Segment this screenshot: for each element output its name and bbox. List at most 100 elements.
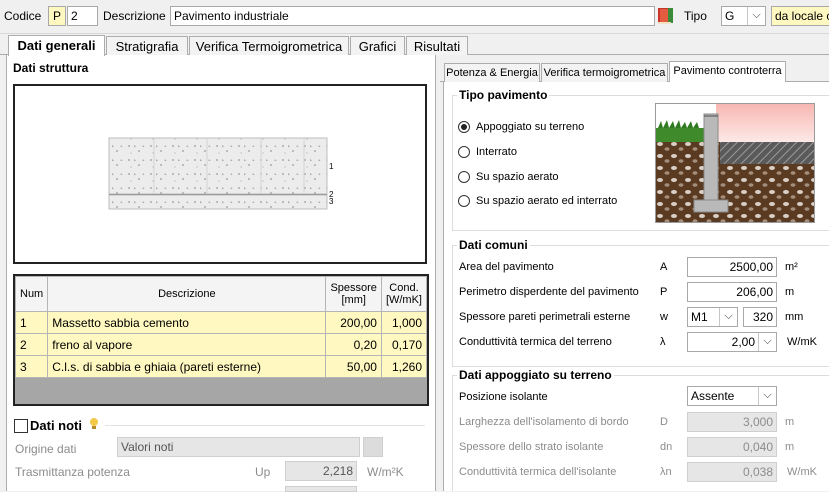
cond-isolante-label: Conduttività termica dell'isolante — [459, 466, 617, 478]
row-spessore[interactable]: 200,00 — [325, 311, 382, 334]
tab-verifica-termoigrometrica[interactable]: Verifica Termoigrometrica — [189, 36, 349, 56]
radio-interrato-label[interactable]: Interrato — [476, 146, 517, 158]
tipo-select[interactable]: G ⌵ — [721, 6, 766, 26]
header-bar: Codice P 2 Descrizione Pavimento industr… — [0, 0, 829, 34]
col-num[interactable]: Num — [14, 276, 49, 312]
spessore-isolante-label: Spessore dello strato isolante — [459, 441, 604, 453]
spessore-label: Spessore pareti perimetrali esterne — [459, 311, 631, 323]
tab-verifica-termo[interactable]: Verifica termoigrometrica — [541, 63, 668, 82]
layer-label-1: 1 — [329, 162, 334, 171]
table-header-row: Num Descrizione Spessore [mm] Cond. [W/m… — [14, 276, 428, 312]
radio-spazio-aerato-label[interactable]: Su spazio aerato — [476, 171, 559, 183]
tab-dati-generali[interactable]: Dati generali — [8, 35, 105, 56]
tab-pavimento-controterra[interactable]: Pavimento controterra — [669, 61, 786, 82]
area-field[interactable]: 2500,00 — [687, 257, 777, 277]
row-cond[interactable]: 1,000 — [380, 311, 428, 334]
larghezza-label: Larghezza dell'isolamento di bordo — [459, 416, 629, 428]
dati-comuni-title: Dati comuni — [457, 238, 530, 252]
row-desc[interactable]: freno al vapore — [47, 333, 327, 356]
codice-prefix-field[interactable]: P — [48, 6, 66, 26]
layer-label-3: 3 — [329, 197, 334, 206]
table-row[interactable]: 3 C.l.s. di sabbia e ghiaia (pareti este… — [14, 355, 428, 378]
descrizione-label: Descrizione — [103, 9, 166, 23]
spessore-combo[interactable]: M1 ⌵ — [687, 307, 738, 327]
origine-dati-field: Valori noti — [117, 437, 360, 457]
row-cond[interactable]: 0,170 — [380, 333, 428, 356]
main-tab-strip: Dati generali Stratigrafia Verifica Term… — [0, 33, 829, 56]
table-row[interactable]: 2 freno al vapore 0,20 0,170 — [14, 333, 428, 356]
right-tab-content: Tipo pavimento Appoggiato su terreno Int… — [443, 82, 829, 491]
radio-spazio-aerato[interactable] — [458, 171, 470, 183]
row-desc[interactable]: C.l.s. di sabbia e ghiaia (pareti estern… — [47, 355, 327, 378]
tab-stratigrafia[interactable]: Stratigrafia — [106, 36, 188, 56]
tab-risultati[interactable]: Risultati — [406, 36, 468, 56]
posizione-select-value: Assente — [691, 389, 735, 403]
larghezza-field: 3,000 — [687, 412, 777, 432]
spessore-isolante-field: 0,040 — [687, 437, 777, 457]
book-icon[interactable] — [657, 6, 674, 25]
trasmittanza-label: Trasmittanza potenza — [15, 465, 130, 479]
row-num[interactable]: 2 — [14, 333, 49, 356]
chevron-down-icon[interactable]: ⌵ — [747, 7, 765, 25]
chevron-down-icon[interactable]: ⌵ — [758, 387, 776, 405]
table-row[interactable]: 1 Massetto sabbia cemento 200,00 1,000 — [14, 311, 428, 334]
row-spessore[interactable]: 0,20 — [325, 333, 382, 356]
col-descrizione[interactable]: Descrizione — [47, 276, 327, 312]
dati-noti-label: Dati noti — [30, 418, 82, 433]
radio-interrato[interactable] — [458, 146, 470, 158]
perimetro-unit: m — [785, 286, 795, 298]
layer-section-drawing: 1 2 3 — [108, 137, 334, 210]
cond-symbol: λ — [660, 336, 666, 348]
descrizione-field[interactable]: Pavimento industriale — [170, 6, 655, 26]
col-spessore[interactable]: Spessore [mm] — [325, 276, 382, 312]
area-unit: m² — [785, 261, 798, 273]
row-desc[interactable]: Massetto sabbia cemento — [47, 311, 327, 334]
cond-field-value: 2,00 — [731, 335, 755, 349]
perimetro-field[interactable]: 206,00 — [687, 282, 777, 302]
spessore-symbol: w — [660, 311, 668, 323]
area-symbol: A — [660, 261, 668, 273]
codice-number-field[interactable]: 2 — [67, 6, 98, 26]
perimetro-symbol: P — [660, 286, 668, 298]
radio-appoggiato[interactable] — [458, 121, 470, 133]
radio-appoggiato-label[interactable]: Appoggiato su terreno — [476, 121, 584, 133]
radio-spazio-aerato-interrato[interactable] — [458, 195, 470, 207]
spessore-field[interactable]: 320 — [743, 307, 777, 327]
radio-spazio-aerato-interrato-label[interactable]: Su spazio aerato ed interrato — [476, 195, 617, 207]
lightbulb-icon — [89, 417, 99, 431]
right-panel: Potenza & Energia Verifica termoigrometr… — [440, 55, 829, 491]
tab-grafici[interactable]: Grafici — [350, 36, 405, 56]
chevron-down-icon[interactable]: ⌵ — [758, 333, 776, 351]
layers-table: Num Descrizione Spessore [mm] Cond. [W/m… — [14, 276, 428, 378]
tipo-pavimento-title: Tipo pavimento — [457, 88, 550, 102]
cond-label: Conduttività termica del terreno — [459, 336, 612, 348]
larghezza-unit: m — [785, 416, 795, 428]
row-cond[interactable]: 1,260 — [380, 355, 428, 378]
next-field-partial — [285, 486, 357, 492]
origine-dati-label: Origine dati — [15, 442, 77, 456]
cond-unit: W/mK — [787, 336, 817, 348]
cond-field[interactable]: 2,00 ⌵ — [687, 332, 777, 352]
trasmittanza-field: 2,218 — [285, 461, 357, 481]
chevron-down-icon[interactable]: ⌵ — [719, 308, 737, 326]
left-panel: Dati struttura 1 2 3 Num Descrizione Spe… — [6, 55, 436, 492]
row-spessore[interactable]: 50,00 — [325, 355, 382, 378]
posizione-select[interactable]: Assente ⌵ — [687, 386, 777, 406]
perimetro-label: Perimetro disperdente del pavimento — [459, 286, 639, 298]
tab-potenza-energia[interactable]: Potenza & Energia — [444, 63, 540, 82]
location-field[interactable]: da locale cli — [771, 6, 829, 26]
cond-isolante-unit: W/mK — [787, 466, 817, 478]
area-label: Area del pavimento — [459, 261, 554, 273]
row-num[interactable]: 1 — [14, 311, 49, 334]
tipo-select-value: G — [725, 9, 735, 23]
codice-label: Codice — [4, 9, 42, 23]
row-num[interactable]: 3 — [14, 355, 49, 378]
cond-isolante-symbol: λn — [660, 466, 672, 478]
spessore-unit: mm — [785, 311, 804, 323]
layers-table-container: Num Descrizione Spessore [mm] Cond. [W/m… — [13, 274, 429, 406]
posizione-label: Posizione isolante — [459, 391, 548, 403]
col-cond[interactable]: Cond. [W/mK] — [380, 276, 428, 312]
structure-preview: 1 2 3 — [13, 84, 427, 264]
spessore-isolante-symbol: dn — [660, 441, 673, 453]
dati-noti-checkbox[interactable] — [14, 419, 28, 433]
